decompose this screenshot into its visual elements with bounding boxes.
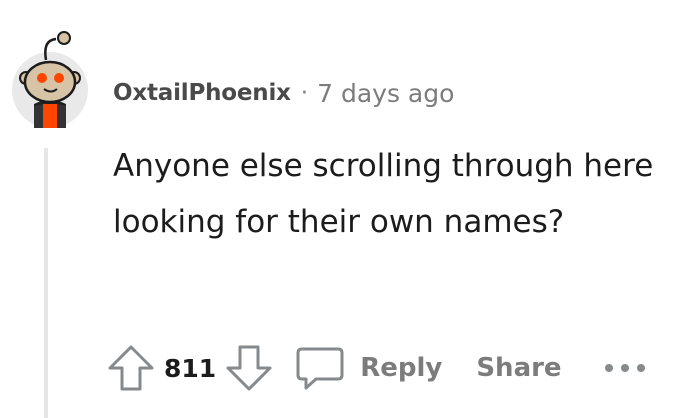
- comment-body: Anyone else scrolling through here looki…: [113, 148, 654, 240]
- share-button[interactable]: Share: [476, 353, 561, 383]
- arrow-down-icon: [226, 345, 272, 391]
- timestamp[interactable]: 7 days ago: [317, 79, 454, 108]
- thread-line[interactable]: [44, 148, 48, 418]
- username-link[interactable]: OxtailPhoenix: [113, 80, 291, 106]
- reply-label: Reply: [360, 353, 443, 383]
- comment-actions: 811 Reply Share: [106, 338, 648, 398]
- comment-meta: OxtailPhoenix · 7 days ago: [113, 76, 454, 110]
- snoo-avatar-icon[interactable]: [12, 30, 92, 130]
- ellipsis-icon: [604, 364, 645, 372]
- more-options-button[interactable]: [602, 361, 648, 375]
- upvote-button[interactable]: [106, 343, 156, 393]
- speech-bubble-icon: [296, 347, 344, 390]
- arrow-up-icon: [108, 345, 154, 391]
- meta-separator: ·: [300, 80, 309, 106]
- downvote-button[interactable]: [224, 343, 274, 393]
- comment: OxtailPhoenix · 7 days ago Anyone else s…: [0, 0, 700, 418]
- vote-count: 811: [164, 353, 217, 383]
- reply-button[interactable]: Reply: [294, 343, 442, 393]
